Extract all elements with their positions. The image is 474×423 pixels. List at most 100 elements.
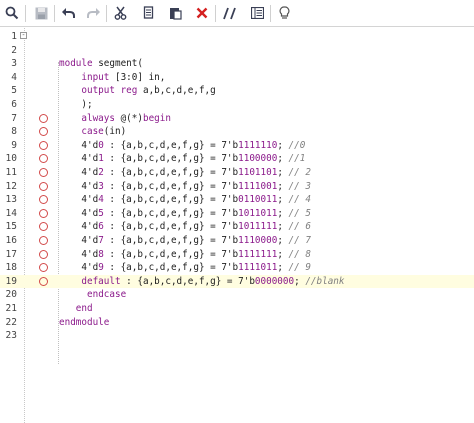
line-number: 9 — [11, 139, 17, 151]
code-line[interactable]: 11 4'd2 : {a,b,c,d,e,f,g} = 7'b1101101; … — [0, 166, 474, 180]
toolbar — [0, 0, 474, 27]
code-token: 1111111 — [238, 248, 278, 260]
delete-icon[interactable] — [192, 3, 212, 23]
paste-icon[interactable] — [165, 3, 185, 23]
breakpoint-marker-icon[interactable] — [39, 249, 48, 259]
breakpoint-marker-icon[interactable] — [39, 154, 48, 164]
breakpoint-marker-icon[interactable] — [39, 181, 48, 191]
line-number: 17 — [5, 248, 17, 260]
redo-icon[interactable] — [84, 3, 104, 23]
code-line[interactable]: 10 4'd1 : {a,b,c,d,e,f,g} = 7'b1100000; … — [0, 152, 474, 166]
copy-icon[interactable] — [138, 3, 158, 23]
breakpoint-marker-icon[interactable] — [39, 208, 48, 218]
code-token: ; — [277, 194, 289, 206]
code-line[interactable]: 9 4'd0 : {a,b,c,d,e,f,g} = 7'b1111110; /… — [0, 139, 474, 153]
code-line[interactable]: 4 input [3:0] in, — [0, 71, 474, 85]
code-token: ; — [277, 153, 289, 165]
code-token: (in) — [103, 126, 127, 138]
code-line[interactable]: 20 endcase — [0, 288, 474, 302]
code-comment: // 7 — [288, 235, 311, 246]
code-line[interactable]: 2 — [0, 44, 474, 58]
line-number: 3 — [11, 58, 17, 70]
code-line[interactable]: 18 4'd9 : {a,b,c,d,e,f,g} = 7'b1111011; … — [0, 261, 474, 275]
breakpoint-marker-icon[interactable] — [39, 222, 48, 232]
cut-icon[interactable] — [110, 3, 130, 23]
code-token: 1100000 — [238, 153, 278, 165]
indent-icon[interactable] — [247, 3, 267, 23]
code-comment: // 4 — [288, 194, 311, 206]
save-icon[interactable] — [31, 3, 51, 23]
code-token: : {a,b,c,d,e,f,g} = 7'b — [120, 275, 255, 287]
code-token: ; — [277, 139, 289, 151]
code-comment: //blank — [305, 275, 345, 287]
breakpoint-marker-icon[interactable] — [39, 276, 48, 286]
code-text: endcase — [59, 288, 126, 302]
line-number: 8 — [11, 126, 17, 138]
code-line[interactable]: 6 ); — [0, 98, 474, 112]
breakpoint-marker-icon[interactable] — [39, 127, 48, 137]
line-number: 13 — [5, 194, 17, 206]
code-token: 4'd — [59, 262, 99, 274]
breakpoint-marker-icon[interactable] — [39, 195, 48, 205]
code-token: 4'd — [59, 221, 99, 233]
code-line[interactable]: 23 — [0, 329, 474, 343]
code-token: ; — [294, 275, 306, 287]
code-line[interactable]: 16 4'd7 : {a,b,c,d,e,f,g} = 7'b1110000; … — [0, 234, 474, 248]
code-line[interactable]: 7 always @(*)begin — [0, 112, 474, 126]
breakpoint-marker-icon[interactable] — [39, 263, 48, 273]
line-number: 15 — [5, 221, 17, 233]
code-editor[interactable]: 1-2 3 module segment(4 input [3:0] in, 5 ou… — [0, 28, 474, 423]
code-keyword: always — [81, 112, 115, 124]
breakpoint-marker-icon[interactable] — [39, 140, 48, 150]
code-keyword: begin — [142, 112, 171, 124]
code-text: 4'd6 : {a,b,c,d,e,f,g} = 7'b1011111; // … — [59, 220, 311, 234]
code-line[interactable]: 14 4'd5 : {a,b,c,d,e,f,g} = 7'b1011011; … — [0, 207, 474, 221]
code-token: ; — [277, 221, 289, 233]
code-comment: // 2 — [288, 167, 311, 178]
breakpoint-marker-icon[interactable] — [39, 113, 48, 123]
code-line[interactable]: 21 end — [0, 302, 474, 316]
code-keyword: endcase — [87, 289, 127, 301]
line-number: 22 — [5, 316, 17, 328]
code-token: : {a,b,c,d,e,f,g} = 7'b — [103, 248, 239, 260]
line-number: 7 — [11, 112, 17, 124]
code-token: ; — [277, 207, 289, 219]
code-token: 4'd — [59, 248, 99, 260]
code-line[interactable]: 15 4'd6 : {a,b,c,d,e,f,g} = 7'b1011111; … — [0, 220, 474, 234]
code-text: output reg a,b,c,d,e,f,g — [59, 84, 215, 98]
line-number: 4 — [11, 71, 17, 83]
code-text: 4'd2 : {a,b,c,d,e,f,g} = 7'b1101101; // … — [59, 166, 311, 180]
search-icon[interactable] — [2, 3, 22, 23]
code-line[interactable]: 1- — [0, 30, 474, 44]
breakpoint-marker-icon[interactable] — [39, 168, 48, 177]
code-text: input [3:0] in, — [59, 71, 165, 85]
line-number: 23 — [5, 330, 17, 342]
code-token: : {a,b,c,d,e,f,g} = 7'b — [103, 221, 239, 233]
fold-toggle-icon[interactable]: - — [20, 32, 27, 39]
toolbar-separator — [54, 5, 55, 22]
code-token: 4'd — [59, 235, 99, 246]
code-comment: //0 — [288, 139, 306, 151]
code-token: : {a,b,c,d,e,f,g} = 7'b — [103, 180, 239, 192]
code-line[interactable]: 13 4'd4 : {a,b,c,d,e,f,g} = 7'b0110011; … — [0, 193, 474, 207]
code-line[interactable]: 12 4'd3 : {a,b,c,d,e,f,g} = 7'b1111001; … — [0, 180, 474, 194]
code-line[interactable]: 8 case(in) — [0, 125, 474, 139]
code-keyword: end — [75, 303, 93, 314]
breakpoint-marker-icon[interactable] — [39, 236, 48, 245]
code-line[interactable]: 22 endmodule — [0, 316, 474, 330]
code-line[interactable]: 3 module segment( — [0, 57, 474, 71]
code-token: 1011111 — [238, 221, 278, 233]
code-line[interactable]: 17 4'd8 : {a,b,c,d,e,f,g} = 7'b1111111; … — [0, 248, 474, 262]
code-comment: // 3 — [288, 180, 311, 192]
code-line[interactable]: 19 default : {a,b,c,d,e,f,g} = 7'b000000… — [0, 274, 474, 289]
toolbar-separator — [215, 5, 216, 22]
undo-icon[interactable] — [58, 3, 78, 23]
code-text: 4'd7 : {a,b,c,d,e,f,g} = 7'b1110000; // … — [59, 234, 311, 248]
hint-icon[interactable] — [274, 3, 294, 23]
code-line[interactable]: 5 output reg a,b,c,d,e,f,g — [0, 84, 474, 98]
comment-icon[interactable] — [220, 3, 240, 23]
code-text: 4'd4 : {a,b,c,d,e,f,g} = 7'b0110011; // … — [59, 193, 311, 207]
line-number: 14 — [5, 207, 17, 219]
